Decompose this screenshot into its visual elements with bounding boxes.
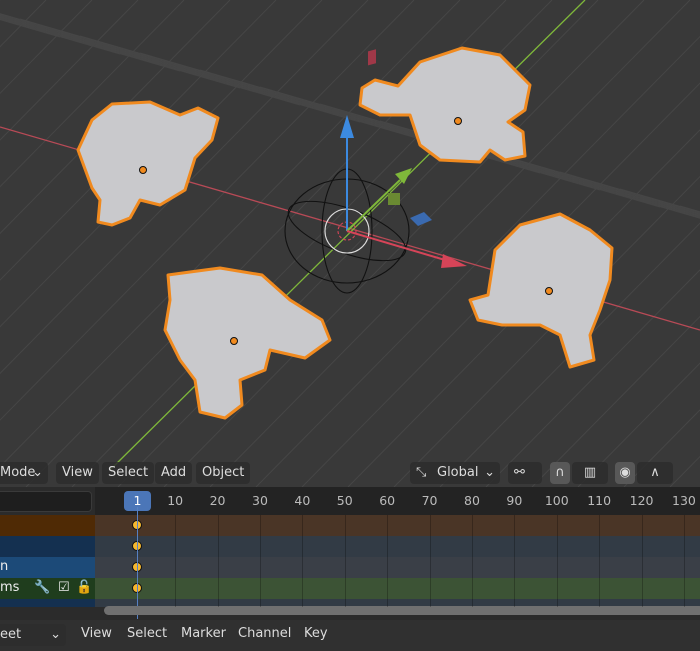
- menu-view[interactable]: View: [56, 462, 99, 484]
- editor-mode-dropdown[interactable]: eet ⌄: [0, 624, 66, 646]
- menu-view[interactable]: View: [81, 626, 112, 641]
- proportional-edit-toggle[interactable]: ◉: [615, 462, 635, 484]
- frame-tick-label: 40: [294, 493, 311, 508]
- frame-tick-label: 90: [506, 493, 523, 508]
- dope-sheet[interactable]: 10 20 30 40 50 60 70 80 90 100 110 120 130 1 n ms 🔧 ☑ 🔓: [0, 487, 700, 620]
- mode-dropdown[interactable]: Mode ⌄: [0, 462, 48, 484]
- frame-tick-label: 120: [629, 493, 654, 508]
- suzanne-objects: [76, 46, 614, 420]
- channel-row[interactable]: n: [0, 557, 700, 578]
- orientation-dropdown[interactable]: ⤡ Global ⌄: [410, 462, 500, 484]
- suzanne-1: [76, 100, 220, 227]
- frame-gridline: [387, 515, 389, 607]
- chevron-down-icon: ⌄: [32, 465, 43, 480]
- frame-tick-label: 30: [252, 493, 268, 508]
- grid-line: [0, 0, 369, 375]
- mode-label: Mode: [0, 465, 36, 480]
- channel-row[interactable]: [0, 536, 700, 557]
- orientation-label: Global: [437, 465, 479, 480]
- menu-key[interactable]: Key: [304, 626, 328, 641]
- frame-tick-label: 70: [421, 493, 438, 508]
- editor-mode-label: eet: [0, 627, 22, 642]
- channel-label[interactable]: [0, 515, 95, 536]
- frame-gridline: [599, 515, 601, 607]
- suzanne-3: [468, 212, 614, 369]
- enable-checkbox-icon[interactable]: ☑: [58, 578, 70, 598]
- menu-select[interactable]: Select: [102, 462, 155, 484]
- frame-tick-label: 110: [587, 493, 612, 508]
- frame-gridline: [556, 515, 558, 607]
- playhead[interactable]: [137, 507, 138, 619]
- pivot-dropdown[interactable]: ⚯: [508, 462, 542, 484]
- frame-tick-label: 10: [167, 493, 184, 508]
- viewport-header: Mode ⌄ View Select Add Object ⤡ Global ⌄ ⚯ …: [0, 460, 700, 486]
- frame-tick-label: 50: [336, 493, 353, 508]
- frame-gridline: [641, 515, 643, 607]
- frame-gridline: [683, 515, 685, 607]
- menu-channel[interactable]: Channel: [238, 626, 291, 641]
- frame-gridline: [514, 515, 516, 607]
- frame-tick-label: 60: [379, 493, 396, 508]
- channel-label[interactable]: ms 🔧 ☑ 🔓: [0, 578, 95, 599]
- frame-gridline: [175, 515, 177, 607]
- snap-toggle[interactable]: ∩: [550, 462, 570, 484]
- frame-gridline: [471, 515, 473, 607]
- suzanne-2: [358, 46, 532, 164]
- grid-line: [0, 0, 93, 95]
- channel-name: ms: [0, 580, 20, 595]
- channel-search-input[interactable]: [0, 491, 92, 512]
- grid-line: [0, 0, 277, 281]
- plane-handle-xz: [368, 49, 376, 66]
- grid-line: [679, 205, 700, 213]
- frame-tick-label: 130: [672, 493, 696, 508]
- snap-target-icon: ▥: [583, 465, 597, 480]
- frame-gridline: [344, 515, 346, 607]
- grid-line: [619, 188, 700, 213]
- lock-icon[interactable]: 🔓: [76, 578, 92, 598]
- 3d-viewport[interactable]: Mode ⌄ View Select Add Object ⤡ Global ⌄ ⚯ …: [0, 0, 700, 487]
- falloff-dropdown[interactable]: ∧: [637, 462, 673, 484]
- menu-object[interactable]: Object: [196, 462, 251, 484]
- channel-label[interactable]: [0, 599, 95, 607]
- frame-gridline: [302, 515, 304, 607]
- chevron-down-icon: ⌄: [484, 465, 495, 480]
- frame-gridline: [259, 515, 261, 607]
- menu-select[interactable]: Select: [127, 626, 167, 641]
- channel-row[interactable]: ms 🔧 ☑ 🔓: [0, 578, 700, 599]
- viewport-scene: [0, 0, 700, 487]
- modifier-wrench-icon[interactable]: 🔧: [34, 578, 50, 598]
- chevron-down-icon: ⌄: [50, 627, 61, 642]
- dope-sheet-header: eet ⌄ View Select Marker Channel Key: [0, 620, 700, 651]
- channel-row[interactable]: [0, 515, 700, 536]
- channel-label[interactable]: n: [0, 557, 95, 578]
- snap-magnet-icon: ∩: [555, 465, 565, 480]
- grid-line: [0, 0, 185, 188]
- pivot-link-icon: ⚯: [514, 465, 525, 480]
- y-axis-arrow-shaft: [346, 179, 401, 232]
- channel-label[interactable]: [0, 536, 95, 557]
- suzanne-4: [163, 266, 332, 420]
- transform-orientation-icon: ⤡: [416, 465, 427, 480]
- falloff-curve-icon: ∧: [650, 465, 660, 480]
- grid-line: [623, 409, 700, 487]
- menu-marker[interactable]: Marker: [181, 626, 226, 641]
- frame-tick-label: 80: [464, 493, 480, 508]
- plane-handle-yz: [410, 212, 432, 226]
- horizontal-scrollbar[interactable]: [104, 606, 700, 615]
- menu-add[interactable]: Add: [155, 462, 193, 484]
- frame-gridline: [217, 515, 219, 607]
- frame-gridline: [429, 515, 431, 607]
- proportional-edit-icon: ◉: [619, 465, 631, 480]
- frame-ruler[interactable]: 10 20 30 40 50 60 70 80 90 100 110 120 130: [95, 487, 700, 515]
- grid-line: [0, 0, 47, 48]
- frame-tick-label: 100: [544, 493, 569, 508]
- snap-target-dropdown[interactable]: ▥: [572, 462, 608, 484]
- plane-handle-xy: [388, 193, 400, 205]
- frame-tick-label: 20: [209, 493, 226, 508]
- grid-line: [0, 0, 323, 328]
- x-axis-arrow-shaft: [346, 230, 446, 261]
